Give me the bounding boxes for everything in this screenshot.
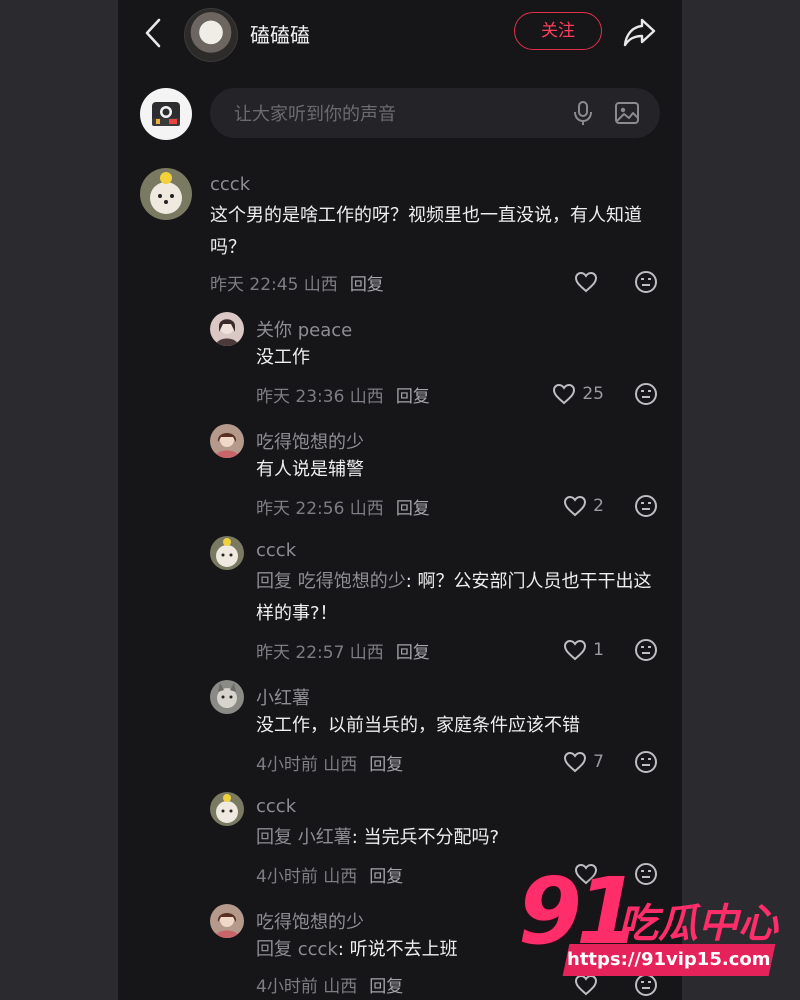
- comment-time: 昨天 22:56 山西: [256, 499, 384, 519]
- commenter-name[interactable]: 关你 peace: [256, 316, 352, 342]
- comment-meta: 昨天 22:45 山西 回复: [210, 270, 384, 295]
- microphone-icon[interactable]: [570, 100, 596, 126]
- reply-prefix: 回复: [256, 827, 298, 848]
- reply-button[interactable]: 回复: [350, 275, 384, 295]
- chevron-left-icon[interactable]: [140, 17, 166, 49]
- image-icon[interactable]: [614, 100, 640, 126]
- comment-text: 没工作: [256, 347, 310, 368]
- comment-time: 昨天 22:45 山西: [210, 275, 338, 295]
- comment-meta: 昨天 23:36 山西 回复: [256, 382, 430, 407]
- like-count: 25: [582, 384, 604, 404]
- comment-meta: 昨天 22:56 山西 回复: [256, 494, 430, 519]
- dislike-icon[interactable]: [634, 973, 658, 997]
- comment-time: 4小时前 山西: [256, 867, 358, 887]
- follow-button[interactable]: 关注: [514, 12, 602, 50]
- like-button[interactable]: [574, 269, 604, 295]
- dislike-icon[interactable]: [634, 862, 658, 886]
- dislike-icon[interactable]: [634, 270, 658, 294]
- comment-meta: 昨天 22:57 山西 回复: [256, 638, 430, 663]
- heart-icon: [564, 639, 587, 661]
- author-name: 磕磕磕: [250, 23, 310, 47]
- like-count: 1: [593, 640, 604, 660]
- comment-time: 昨天 23:36 山西: [256, 387, 384, 407]
- commenter-avatar[interactable]: [210, 312, 244, 346]
- like-count: 7: [593, 752, 604, 772]
- dislike-icon[interactable]: [634, 382, 658, 406]
- reply-item: 吃得饱想的少 有人说是辅警 昨天 22:56 山西 回复 2: [118, 424, 682, 524]
- share-icon[interactable]: [620, 14, 658, 50]
- right-backdrop: [682, 0, 800, 1000]
- reply-body: : 当完兵不分配吗?: [351, 827, 500, 848]
- comment-item: ccck 这个男的是啥工作的呀？视频里也一直没说，有人知道吗？ 昨天 22:45…: [118, 168, 682, 298]
- comment-meta: 4小时前 山西 回复: [256, 750, 403, 775]
- comment-time: 4小时前 山西: [256, 755, 358, 775]
- heart-icon: [574, 974, 598, 996]
- reply-item: 小红薯 没工作，以前当兵的，家庭条件应该不错 4小时前 山西 回复 7: [118, 680, 682, 780]
- comment-text: 回复 小红薯: 当完兵不分配吗?: [256, 822, 682, 854]
- watermark-brand: 吃瓜中心: [618, 901, 778, 947]
- watermark-url: https://91vip15.com: [562, 944, 776, 976]
- comment-meta: 4小时前 山西 回复: [256, 972, 403, 997]
- dislike-icon[interactable]: [634, 494, 658, 518]
- comment-composer: [118, 86, 682, 144]
- reply-button[interactable]: 回复: [396, 499, 430, 519]
- reply-item: 关你 peace 没工作 昨天 23:36 山西 回复 25: [118, 312, 682, 412]
- heart-icon: [574, 271, 598, 293]
- commenter-avatar[interactable]: [210, 680, 244, 714]
- heart-icon: [564, 751, 587, 773]
- comment-text: 有人说是辅警: [256, 459, 364, 480]
- reply-item: ccck 回复 吃得饱想的少: 啊？公安部门人员也干干出这样的事?！ 昨天 22…: [118, 536, 682, 668]
- dislike-icon[interactable]: [634, 638, 658, 662]
- commenter-avatar[interactable]: [210, 424, 244, 458]
- commenter-name[interactable]: 吃得饱想的少: [256, 908, 364, 934]
- like-button[interactable]: 2: [563, 493, 604, 519]
- reply-button[interactable]: 回复: [369, 867, 403, 887]
- commenter-avatar[interactable]: [140, 168, 192, 220]
- commenter-avatar[interactable]: [210, 792, 244, 826]
- reply-prefix: 回复: [256, 571, 298, 592]
- comment-input-box: [210, 88, 660, 140]
- self-avatar: [140, 88, 192, 140]
- commenter-name[interactable]: ccck: [256, 796, 296, 817]
- reply-button[interactable]: 回复: [396, 643, 430, 663]
- reply-target-name[interactable]: 小红薯: [298, 827, 352, 848]
- watermark-url-text: https://91vip15.com: [567, 949, 771, 970]
- like-button[interactable]: 7: [563, 749, 604, 775]
- reply-button[interactable]: 回复: [369, 755, 403, 775]
- comment-time: 昨天 22:57 山西: [256, 643, 384, 663]
- comment-text: 回复 吃得饱想的少: 啊？公安部门人员也干干出这样的事?！: [256, 566, 666, 630]
- comment-time: 4小时前 山西: [256, 977, 358, 997]
- commenter-avatar[interactable]: [210, 536, 244, 570]
- like-button[interactable]: 1: [563, 637, 604, 663]
- heart-icon: [564, 495, 587, 517]
- comment-screen: 磕磕磕 关注 让大家听到你的声音 ccck 这个男的是啥工作的呀？视频里也一直没…: [118, 0, 682, 1000]
- commenter-avatar[interactable]: [210, 904, 244, 938]
- reply-target-name[interactable]: ccck: [298, 939, 338, 960]
- top-bar: 磕磕磕 关注: [118, 0, 682, 66]
- camera-icon: [152, 102, 180, 126]
- commenter-name[interactable]: 小红薯: [256, 684, 310, 710]
- left-backdrop: [0, 0, 118, 1000]
- commenter-name[interactable]: 吃得饱想的少: [256, 428, 364, 454]
- reply-button[interactable]: 回复: [396, 387, 430, 407]
- heart-icon: [553, 383, 576, 405]
- reply-button[interactable]: 回复: [369, 977, 403, 997]
- dislike-icon[interactable]: [634, 750, 658, 774]
- reply-target-name[interactable]: 吃得饱想的少: [298, 571, 406, 592]
- comment-text: 这个男的是啥工作的呀？视频里也一直没说，有人知道吗？: [210, 205, 642, 258]
- like-button[interactable]: 25: [552, 381, 604, 407]
- like-count: 2: [593, 496, 604, 516]
- reply-prefix: 回复: [256, 939, 298, 960]
- comment-meta: 4小时前 山西 回复: [256, 862, 403, 887]
- commenter-name[interactable]: ccck: [256, 540, 296, 561]
- comment-text: 没工作，以前当兵的，家庭条件应该不错: [256, 715, 580, 736]
- reply-body: : 听说不去上班: [337, 939, 458, 960]
- author-avatar[interactable]: [184, 8, 238, 62]
- comment-input[interactable]: [232, 88, 566, 140]
- commenter-name[interactable]: ccck: [210, 174, 250, 195]
